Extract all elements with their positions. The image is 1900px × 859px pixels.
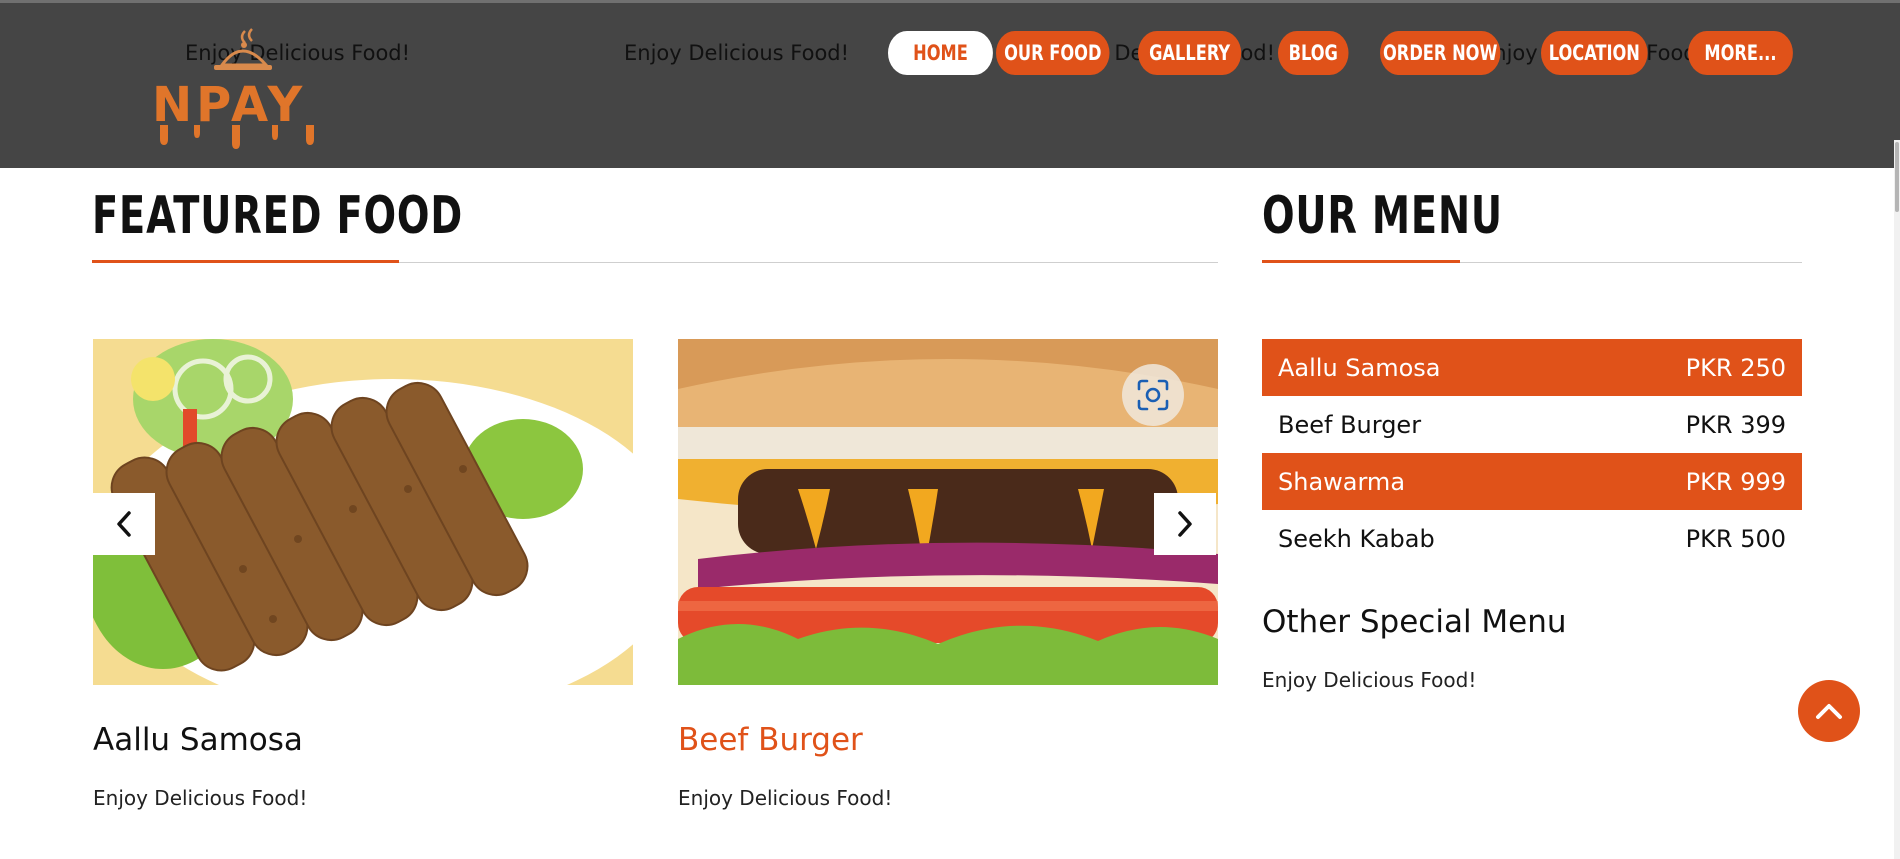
card-title[interactable]: Beef Burger: [678, 722, 863, 758]
chevron-up-icon: [1816, 704, 1842, 719]
nav-blog[interactable]: BLOG: [1278, 31, 1349, 75]
featured-food-title: FEATURED FOOD: [92, 186, 464, 246]
menu-item-name: Beef Burger: [1278, 410, 1422, 439]
menu-item-name: Shawarma: [1278, 467, 1406, 496]
nav-location[interactable]: LOCATION: [1541, 31, 1648, 75]
chevron-right-icon: [1178, 511, 1192, 537]
carousel-prev-button[interactable]: [93, 493, 155, 555]
visual-search-icon: [1137, 379, 1169, 411]
serving-tray-icon: [214, 28, 272, 70]
scrollbar-thumb[interactable]: [1895, 142, 1899, 212]
chevron-left-icon: [117, 511, 131, 537]
site-header: Enjoy Delicious Food! Enjoy Delicious Fo…: [0, 0, 1900, 168]
visual-search-button[interactable]: [1122, 364, 1184, 426]
featured-card-image[interactable]: [93, 339, 633, 685]
menu-item-name: Aallu Samosa: [1278, 353, 1441, 382]
menu-item-price: PKR 250: [1685, 353, 1786, 382]
other-special-menu-title: Other Special Menu: [1262, 604, 1567, 640]
seekh-kabab-photo: [93, 339, 633, 685]
carousel-next-button[interactable]: [1154, 493, 1216, 555]
menu-item[interactable]: Aallu Samosa PKR 250: [1262, 339, 1802, 396]
marquee-text: Enjoy Delicious Food!: [624, 41, 850, 65]
menu-item[interactable]: Seekh Kabab PKR 500: [1262, 510, 1802, 567]
menu-item-price: PKR 500: [1685, 524, 1786, 553]
menu-item-price: PKR 999: [1685, 467, 1786, 496]
nav-more[interactable]: MORE...: [1688, 31, 1793, 75]
site-logo[interactable]: NPAY: [150, 27, 330, 149]
our-menu-title: OUR MENU: [1262, 186, 1503, 246]
menu-divider-accent: [1262, 260, 1460, 263]
nav-gallery[interactable]: GALLERY: [1138, 31, 1242, 75]
menu-item-price: PKR 399: [1685, 410, 1786, 439]
drip-decoration: [160, 125, 314, 149]
other-special-menu-text: Enjoy Delicious Food!: [1262, 668, 1477, 692]
menu-item-name: Seekh Kabab: [1278, 524, 1435, 553]
nav-home[interactable]: HOME: [888, 31, 993, 75]
card-description: Enjoy Delicious Food!: [93, 786, 308, 810]
nav-order-now[interactable]: ORDER NOW: [1380, 31, 1501, 75]
scrollbar-track[interactable]: [1894, 140, 1900, 859]
nav-our-food[interactable]: OUR FOOD: [996, 31, 1110, 75]
card-description: Enjoy Delicious Food!: [678, 786, 893, 810]
menu-item[interactable]: Beef Burger PKR 399: [1262, 396, 1802, 453]
card-title[interactable]: Aallu Samosa: [93, 722, 303, 758]
scroll-to-top-button[interactable]: [1798, 680, 1860, 742]
featured-divider-accent: [92, 260, 399, 263]
menu-item[interactable]: Shawarma PKR 999: [1262, 453, 1802, 510]
